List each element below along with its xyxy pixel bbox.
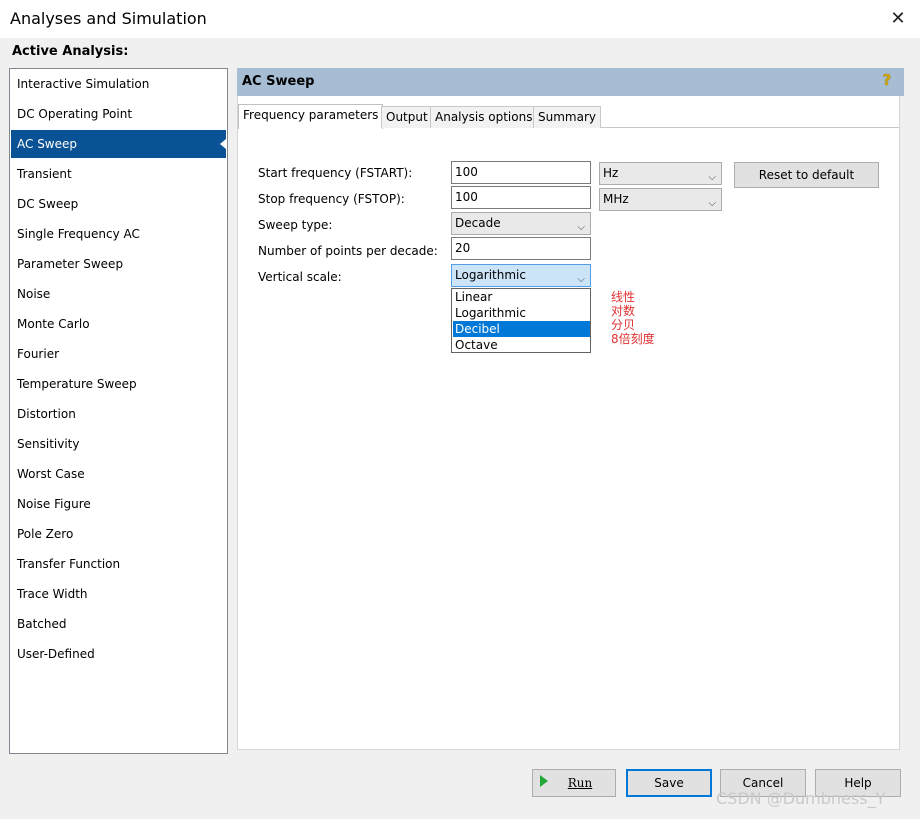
list-item[interactable]: User-Defined (11, 640, 226, 668)
list-item[interactable]: Monte Carlo (11, 310, 226, 338)
panel-header (237, 68, 904, 96)
list-item[interactable]: Trace Width (11, 580, 226, 608)
run-label: Run (567, 776, 593, 790)
start-frequency-unit-select[interactable]: Hz ⌵ (599, 162, 722, 185)
play-icon (540, 775, 548, 787)
points-per-decade-input[interactable]: 20 (451, 237, 591, 260)
vertical-scale-value: Logarithmic (455, 268, 526, 282)
tab-output[interactable]: Output (381, 106, 433, 128)
list-item[interactable]: Distortion (11, 400, 226, 428)
list-item[interactable]: Transfer Function (11, 550, 226, 578)
dropdown-option-linear[interactable]: Linear (453, 289, 590, 305)
sweep-type-label: Sweep type: (258, 218, 333, 232)
list-item-selected[interactable]: AC Sweep (11, 130, 226, 158)
run-button[interactable]: Run (532, 769, 616, 797)
list-item[interactable]: Single Frequency AC (11, 220, 226, 248)
tab-frequency-parameters[interactable]: Frequency parameters (238, 104, 384, 129)
stop-unit-value: MHz (603, 192, 629, 206)
vertical-scale-select[interactable]: Logarithmic ⌵ (451, 264, 591, 287)
dropdown-option-decibel[interactable]: Decibel (453, 321, 590, 337)
chevron-down-icon: ⌵ (577, 222, 585, 233)
annotation-logarithmic: 对数 (611, 304, 636, 318)
reset-to-default-button[interactable]: Reset to default (734, 162, 879, 188)
annotation-decibel: 分贝 (611, 318, 636, 332)
list-item[interactable]: Sensitivity (11, 430, 226, 458)
start-unit-value: Hz (603, 166, 619, 180)
list-item[interactable]: Transient (11, 160, 226, 188)
stop-frequency-unit-select[interactable]: MHz ⌵ (599, 188, 722, 211)
chevron-down-icon: ⌵ (577, 274, 585, 285)
annotation-octave: 8倍刻度 (611, 332, 655, 346)
active-analysis-label: Active Analysis: (12, 44, 129, 59)
chevron-down-icon: ⌵ (708, 198, 716, 209)
close-icon[interactable]: ✕ (884, 6, 912, 32)
annotation-linear: 线性 (611, 290, 636, 304)
list-item[interactable]: Pole Zero (11, 520, 226, 548)
watermark: CSDN @Dumbness_Y (716, 789, 886, 808)
help-icon[interactable]: ? (878, 70, 896, 90)
list-item[interactable]: Temperature Sweep (11, 370, 226, 398)
start-frequency-label: Start frequency (FSTART): (258, 166, 413, 180)
tab-summary[interactable]: Summary (533, 106, 601, 128)
list-item[interactable]: Interactive Simulation (11, 70, 226, 98)
dropdown-option-octave[interactable]: Octave (453, 337, 590, 353)
window-title: Analyses and Simulation (10, 9, 207, 28)
sweep-type-select[interactable]: Decade ⌵ (451, 212, 591, 235)
list-item[interactable]: Fourier (11, 340, 226, 368)
analysis-list[interactable]: Interactive Simulation DC Operating Poin… (9, 68, 228, 754)
list-item[interactable]: DC Operating Point (11, 100, 226, 128)
list-item[interactable]: Parameter Sweep (11, 250, 226, 278)
points-per-decade-label: Number of points per decade: (258, 244, 438, 258)
stop-frequency-label: Stop frequency (FSTOP): (258, 192, 405, 206)
vertical-scale-dropdown[interactable]: Linear Logarithmic Decibel Octave (451, 288, 591, 353)
start-frequency-input[interactable]: 100 (451, 161, 591, 184)
list-item[interactable]: Worst Case (11, 460, 226, 488)
list-item[interactable]: Noise Figure (11, 490, 226, 518)
chevron-down-icon: ⌵ (708, 172, 716, 183)
stop-frequency-input[interactable]: 100 (451, 186, 591, 209)
list-item[interactable]: DC Sweep (11, 190, 226, 218)
panel-title: AC Sweep (242, 74, 315, 89)
save-button[interactable]: Save (626, 769, 712, 797)
dropdown-option-logarithmic[interactable]: Logarithmic (453, 305, 590, 321)
list-item[interactable]: Noise (11, 280, 226, 308)
vertical-scale-label: Vertical scale: (258, 270, 342, 284)
sweep-type-value: Decade (455, 216, 501, 230)
tab-analysis-options[interactable]: Analysis options (430, 106, 538, 128)
list-item[interactable]: Batched (11, 610, 226, 638)
